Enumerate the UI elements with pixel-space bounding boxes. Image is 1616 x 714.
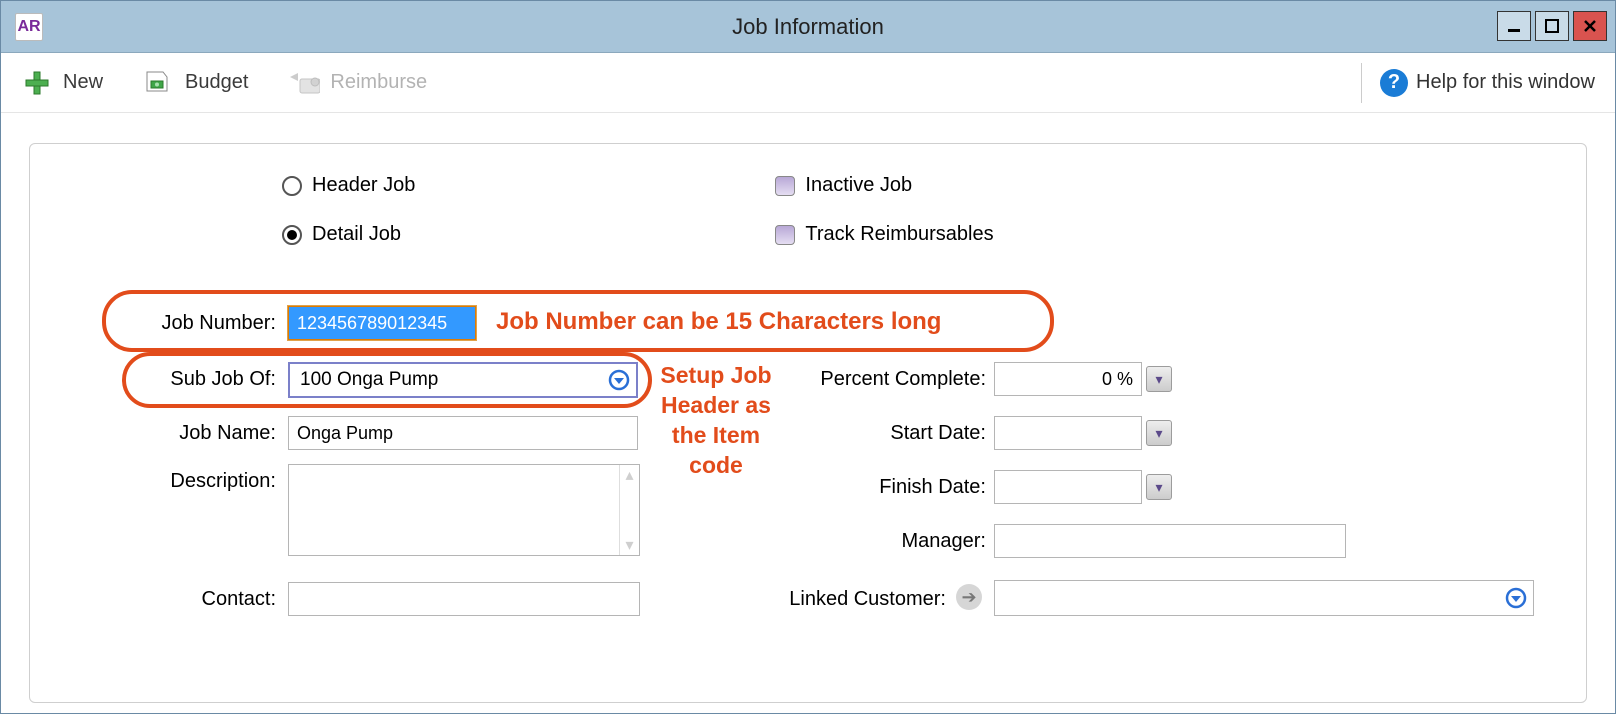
percent-complete-label: Percent Complete: [806,368,986,391]
linked-customer-combo[interactable] [994,580,1534,616]
window-controls [1497,11,1607,41]
help-label: Help for this window [1416,71,1595,94]
track-reimbursables-label: Track Reimbursables [805,223,993,246]
dropdown-icon [608,369,630,391]
start-date-input[interactable] [994,416,1142,450]
detail-job-radio[interactable] [282,225,302,245]
new-label: New [63,71,103,94]
finish-date-dropdown[interactable]: ▾ [1146,474,1172,500]
content-panel: Header Job Detail Job Inactive Job Track… [29,143,1587,703]
arrow-right-icon[interactable]: ➔ [956,584,982,610]
new-button[interactable]: New [21,67,103,99]
form-grid: Job Number: Sub Job Of: 100 Onga Pump Jo… [66,282,1550,642]
dropdown-icon [1505,587,1527,609]
detail-job-label: Detail Job [312,223,401,246]
plus-icon [21,67,53,99]
sub-job-value: 100 Onga Pump [300,369,438,391]
scrollbar[interactable]: ▴ ▾ [619,465,639,555]
header-job-radio[interactable] [282,176,302,196]
job-number-input[interactable] [288,306,476,340]
separator [1361,63,1362,103]
job-name-input[interactable] [288,416,638,450]
job-name-label: Job Name: [116,422,276,445]
titlebar: AR Job Information [1,1,1615,53]
budget-button[interactable]: Budget [143,67,248,99]
start-date-dropdown[interactable]: ▾ [1146,420,1172,446]
linked-customer-label: Linked Customer: [766,588,946,611]
help-icon: ? [1380,69,1408,97]
inactive-job-checkbox[interactable] [775,176,795,196]
finish-date-input[interactable] [994,470,1142,504]
contact-label: Contact: [116,588,276,611]
annotation-job-number: Job Number can be 15 Characters long [496,308,941,336]
budget-icon [143,67,175,99]
job-type-options: Header Job Detail Job Inactive Job Track… [282,174,1550,246]
finish-date-label: Finish Date: [806,476,986,499]
chevron-down-icon: ▾ [625,535,633,555]
description-label: Description: [116,470,276,493]
header-job-label: Header Job [312,174,415,197]
sub-job-combo[interactable]: 100 Onga Pump [288,362,638,398]
app-icon: AR [15,13,43,41]
chevron-up-icon: ▴ [625,465,633,485]
close-button[interactable] [1573,11,1607,41]
minimize-button[interactable] [1497,11,1531,41]
percent-complete-dropdown[interactable]: ▾ [1146,366,1172,392]
manager-label: Manager: [806,530,986,553]
percent-complete-input[interactable] [994,362,1142,396]
budget-label: Budget [185,71,248,94]
start-date-label: Start Date: [806,422,986,445]
window-title: Job Information [732,14,884,40]
sub-job-label: Sub Job Of: [116,368,276,391]
job-number-label: Job Number: [116,312,276,335]
maximize-button[interactable] [1535,11,1569,41]
contact-input[interactable] [288,582,640,616]
toolbar: New Budget Reimburse [1,53,1615,113]
help-button[interactable]: ? Help for this window [1380,69,1595,97]
reimburse-button: Reimburse [288,67,427,99]
manager-input[interactable] [994,524,1346,558]
track-reimbursables-checkbox[interactable] [775,225,795,245]
description-input[interactable]: ▴ ▾ [288,464,640,556]
annotation-header: Setup Job Header as the Item code [646,360,786,480]
reimburse-icon [288,67,320,99]
window-root: AR Job Information New [0,0,1616,714]
reimburse-label: Reimburse [330,71,427,94]
inactive-job-label: Inactive Job [805,174,912,197]
